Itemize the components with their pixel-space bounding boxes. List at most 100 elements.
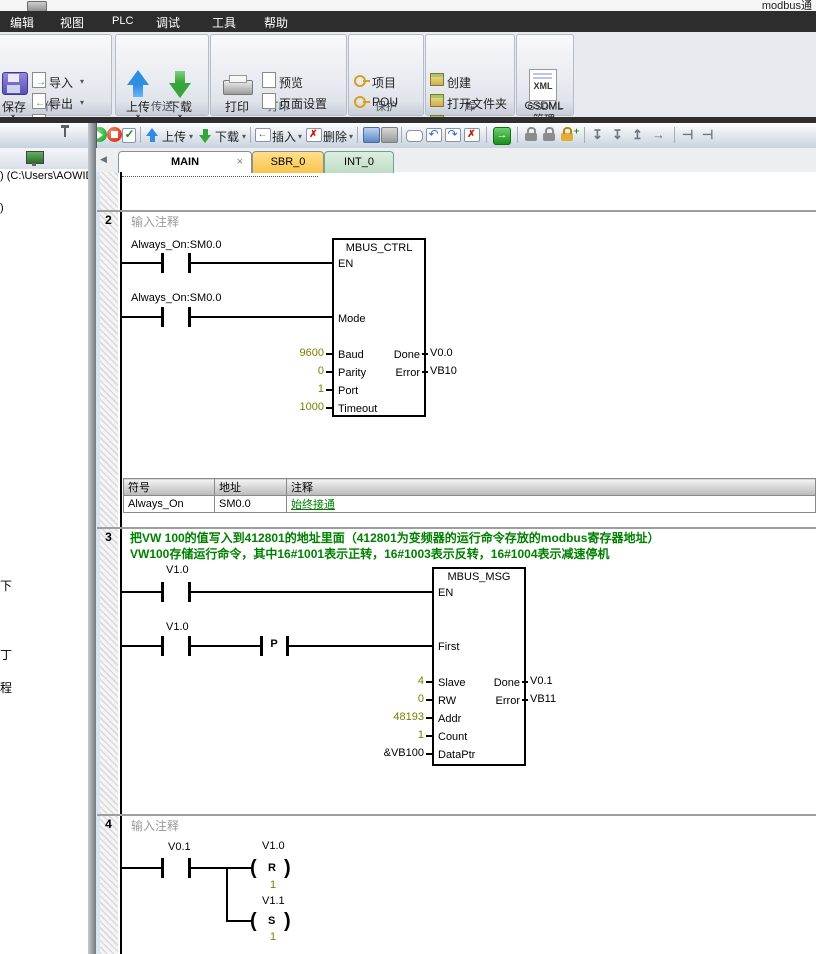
network-3-comment-line2[interactable]: VW100存储运行命令，其中16#1001表示正转，16#1003表示反转，16… (130, 545, 610, 562)
tree-root-item[interactable]: ) (C:\Users\AOWID (0, 170, 88, 182)
tab-main[interactable]: MAIN × (118, 151, 252, 173)
menu-tools[interactable]: 工具 (212, 14, 236, 31)
export-dropdown-icon[interactable]: ▾ (80, 98, 84, 107)
param-port-value[interactable]: 1 (272, 383, 324, 395)
tree-item[interactable]: ) (0, 202, 4, 214)
output-done-operand[interactable]: V0.1 (530, 675, 553, 687)
symtab-header-symbol[interactable]: 符号 (124, 479, 215, 496)
contact-label[interactable]: V1.0 (166, 621, 189, 633)
menu-edit[interactable]: 编辑 (10, 14, 34, 31)
preview-button[interactable]: 预览 (279, 74, 303, 91)
coil-label[interactable]: V1.0 (262, 840, 285, 852)
mbus-msg-block[interactable]: MBUS_MSG EN First Slave RW Addr Count Da… (432, 567, 526, 766)
toolbar-download-button[interactable]: 下载 (215, 128, 239, 145)
toolbar-upload-button[interactable]: 上传 (162, 128, 186, 145)
create-library-icon[interactable] (430, 73, 444, 86)
contact-tool-icon-2[interactable]: ⊣ (702, 127, 713, 143)
toolbar-download-dropdown[interactable]: ▾ (242, 132, 246, 141)
contact-label[interactable]: V1.0 (166, 564, 189, 576)
coil-operand-count[interactable]: 1 (270, 879, 276, 891)
symtab-cell-address[interactable]: SM0.0 (215, 496, 287, 513)
import-button[interactable]: 导入 (49, 74, 73, 91)
lock-icon-1[interactable] (525, 133, 537, 141)
protect-project-button[interactable]: 项目 (372, 74, 396, 91)
tree-item[interactable]: 程 (0, 679, 12, 696)
insert-button[interactable]: 插入 (272, 128, 296, 145)
contact-bar[interactable] (161, 253, 164, 273)
output-error-operand[interactable]: VB10 (430, 365, 457, 377)
tab-int0[interactable]: INT_0 (324, 151, 394, 173)
open-folder-icon[interactable] (430, 94, 444, 107)
contact-label[interactable]: Always_On:SM0.0 (131, 292, 221, 304)
draw-branch-icon-2[interactable]: ↧ (612, 127, 623, 143)
param-timeout-value[interactable]: 1000 (272, 401, 324, 413)
open-folder-button[interactable]: 打开文件夹 (447, 95, 507, 112)
param-addr-value[interactable]: 48193 (366, 711, 424, 723)
coil-operand-count[interactable]: 1 (270, 931, 276, 943)
print-icon[interactable] (223, 80, 253, 95)
tree-item[interactable]: 下 (0, 577, 12, 594)
close-tab-icon[interactable]: × (237, 156, 243, 168)
network-3-comment-line1[interactable]: 把VW 100的值写入到412801的地址里面（412801为变频器的运行命令存… (130, 529, 659, 546)
reset-coil[interactable]: R (268, 862, 276, 874)
download-small-icon[interactable] (199, 128, 212, 143)
box-tool-icon[interactable] (406, 130, 423, 142)
coil-label[interactable]: V1.1 (262, 895, 285, 907)
stop-button[interactable] (107, 127, 122, 142)
preview-icon[interactable] (262, 72, 276, 88)
symtab-header-comment[interactable]: 注释 (287, 479, 816, 496)
mbus-ctrl-block[interactable]: MBUS_CTRL EN Mode Baud Parity Port Timeo… (332, 238, 426, 417)
contact-label[interactable]: V0.1 (168, 841, 191, 853)
network-4-comment[interactable]: 输入注释 (131, 817, 179, 834)
delete-dropdown[interactable]: ▾ (349, 132, 353, 141)
contact-bar[interactable] (161, 636, 164, 656)
goto-icon[interactable]: → (493, 127, 511, 145)
contact-bar[interactable] (161, 582, 164, 602)
create-library-button[interactable]: 创建 (447, 74, 471, 91)
output-done-operand[interactable]: V0.0 (430, 347, 453, 359)
import-dropdown-icon[interactable]: ▾ (80, 77, 84, 86)
positive-edge-contact[interactable]: P (264, 638, 284, 650)
contact-bar[interactable] (161, 307, 164, 327)
contact-tool-icon[interactable]: ⊣ (682, 127, 693, 143)
tab-scroll-left-icon[interactable]: ◀ (100, 154, 107, 165)
toolbar-upload-dropdown[interactable]: ▾ (189, 132, 193, 141)
monitor-icon[interactable] (26, 151, 44, 164)
draw-branch-icon-3[interactable]: ↥ (632, 127, 643, 143)
set-coil[interactable]: S (268, 915, 275, 927)
menu-view[interactable]: 视图 (60, 14, 84, 31)
protect-pou-button[interactable]: POU (372, 95, 398, 109)
insert-dropdown[interactable]: ▾ (298, 132, 302, 141)
tab-sbr0[interactable]: SBR_0 (252, 151, 324, 173)
menu-help[interactable]: 帮助 (264, 14, 288, 31)
pou-key-icon[interactable] (354, 96, 366, 108)
page-setup-icon[interactable] (262, 93, 276, 109)
draw-line-right-icon[interactable]: → (652, 127, 665, 142)
gsdml-xml-icon[interactable]: XML (529, 69, 557, 101)
lock-icon-2[interactable] (543, 133, 555, 141)
edge-contact-bar[interactable] (260, 636, 263, 656)
symtab-cell-symbol[interactable]: Always_On (124, 496, 215, 513)
export-button[interactable]: 导出 (49, 95, 73, 112)
param-dataptr-value[interactable]: &VB100 (366, 747, 424, 759)
pou-view-gray-icon[interactable] (381, 127, 398, 143)
contact-label[interactable]: Always_On:SM0.0 (131, 239, 221, 251)
tree-item[interactable]: 丁 (0, 646, 12, 663)
upload-small-icon[interactable] (146, 128, 159, 143)
output-error-operand[interactable]: VB11 (530, 693, 556, 705)
save-icon[interactable] (2, 72, 28, 95)
print-button[interactable]: 打印 (223, 98, 251, 115)
upload-icon[interactable] (126, 70, 150, 98)
param-count-value[interactable]: 1 (366, 729, 424, 741)
menu-debug[interactable]: 调试 (156, 14, 180, 31)
param-slave-value[interactable]: 4 (366, 675, 424, 687)
param-rw-value[interactable]: 0 (366, 693, 424, 705)
app-icon[interactable] (27, 1, 47, 11)
download-icon[interactable] (168, 70, 192, 98)
symtab-header-address[interactable]: 地址 (215, 479, 287, 496)
param-parity-value[interactable]: 0 (272, 365, 324, 377)
contact-bar[interactable] (161, 858, 164, 878)
pou-view-icon[interactable] (363, 127, 380, 143)
pin-icon[interactable] (64, 128, 66, 137)
delete-button[interactable]: 删除 (323, 128, 347, 145)
